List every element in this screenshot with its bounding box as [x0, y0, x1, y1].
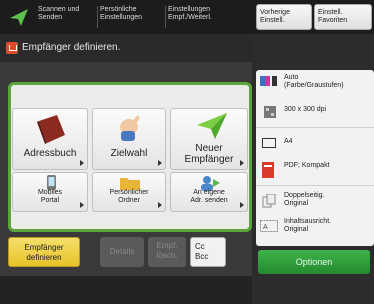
expand-arrow-icon [80, 202, 84, 208]
color-mode-icon [260, 76, 277, 86]
address-book-icon [37, 115, 65, 144]
delete-destination-button[interactable]: Empf. lösch. [148, 237, 186, 267]
orientation-icon: A [260, 220, 278, 232]
mobile-portal-button[interactable]: Mobiles Portal [12, 172, 88, 212]
pdf-file-icon [262, 162, 274, 178]
paper-plane-icon [197, 113, 227, 139]
duplex-orientation-setting[interactable]: Doppelseitig. Original A Inhaltsausricht… [256, 186, 374, 246]
expand-arrow-icon [80, 160, 84, 166]
favorite-settings-button[interactable]: Einstell. Favoriten [314, 4, 372, 30]
specify-destination-button[interactable]: Empfänger definieren [8, 237, 80, 267]
options-button[interactable]: Optionen [258, 250, 370, 274]
previous-settings-button[interactable]: Vorherige Einstell. [256, 4, 312, 30]
expand-arrow-icon [158, 160, 162, 166]
duplex-icon [262, 194, 276, 208]
settings-list: Auto (Farbe/Graustufen) 300 x 300 dpi A4… [256, 70, 374, 246]
svg-text:A: A [263, 224, 268, 231]
scan-send-icon [10, 9, 28, 26]
instruction-header: Empfänger definieren. [0, 34, 252, 62]
personal-folder-button[interactable]: Persönlicher Ordner [92, 172, 166, 212]
expand-arrow-icon [158, 202, 162, 208]
tab-scan-and-send[interactable]: Scannen und Senden [38, 6, 98, 30]
size-format-setting[interactable]: A4 PDF; Kompakt [256, 128, 374, 186]
new-destination-button[interactable]: Neuer Empfänger [170, 108, 248, 170]
tab-settings-registration[interactable]: Einstellungen Empf./Weiterl. [168, 6, 218, 30]
page-title: Empfänger definieren. [22, 42, 121, 53]
hand-tap-icon [120, 115, 140, 141]
expand-arrow-icon [240, 202, 244, 208]
tab-personal-settings[interactable]: Persönliche Einstellungen [100, 6, 166, 30]
resolution-icon [264, 106, 276, 118]
cc-bcc-button[interactable]: Cc Bcc [190, 237, 226, 267]
one-touch-button[interactable]: Zielwahl [92, 108, 166, 170]
expand-arrow-icon [240, 160, 244, 166]
details-button[interactable]: Details [100, 237, 144, 267]
destination-icon [6, 42, 18, 54]
send-to-myself-button[interactable]: An eigene Adr. senden [170, 172, 248, 212]
color-resolution-setting[interactable]: Auto (Farbe/Graustufen) 300 x 300 dpi [256, 70, 374, 128]
address-book-button[interactable]: Adressbuch [12, 108, 88, 170]
paper-size-icon [262, 138, 276, 148]
